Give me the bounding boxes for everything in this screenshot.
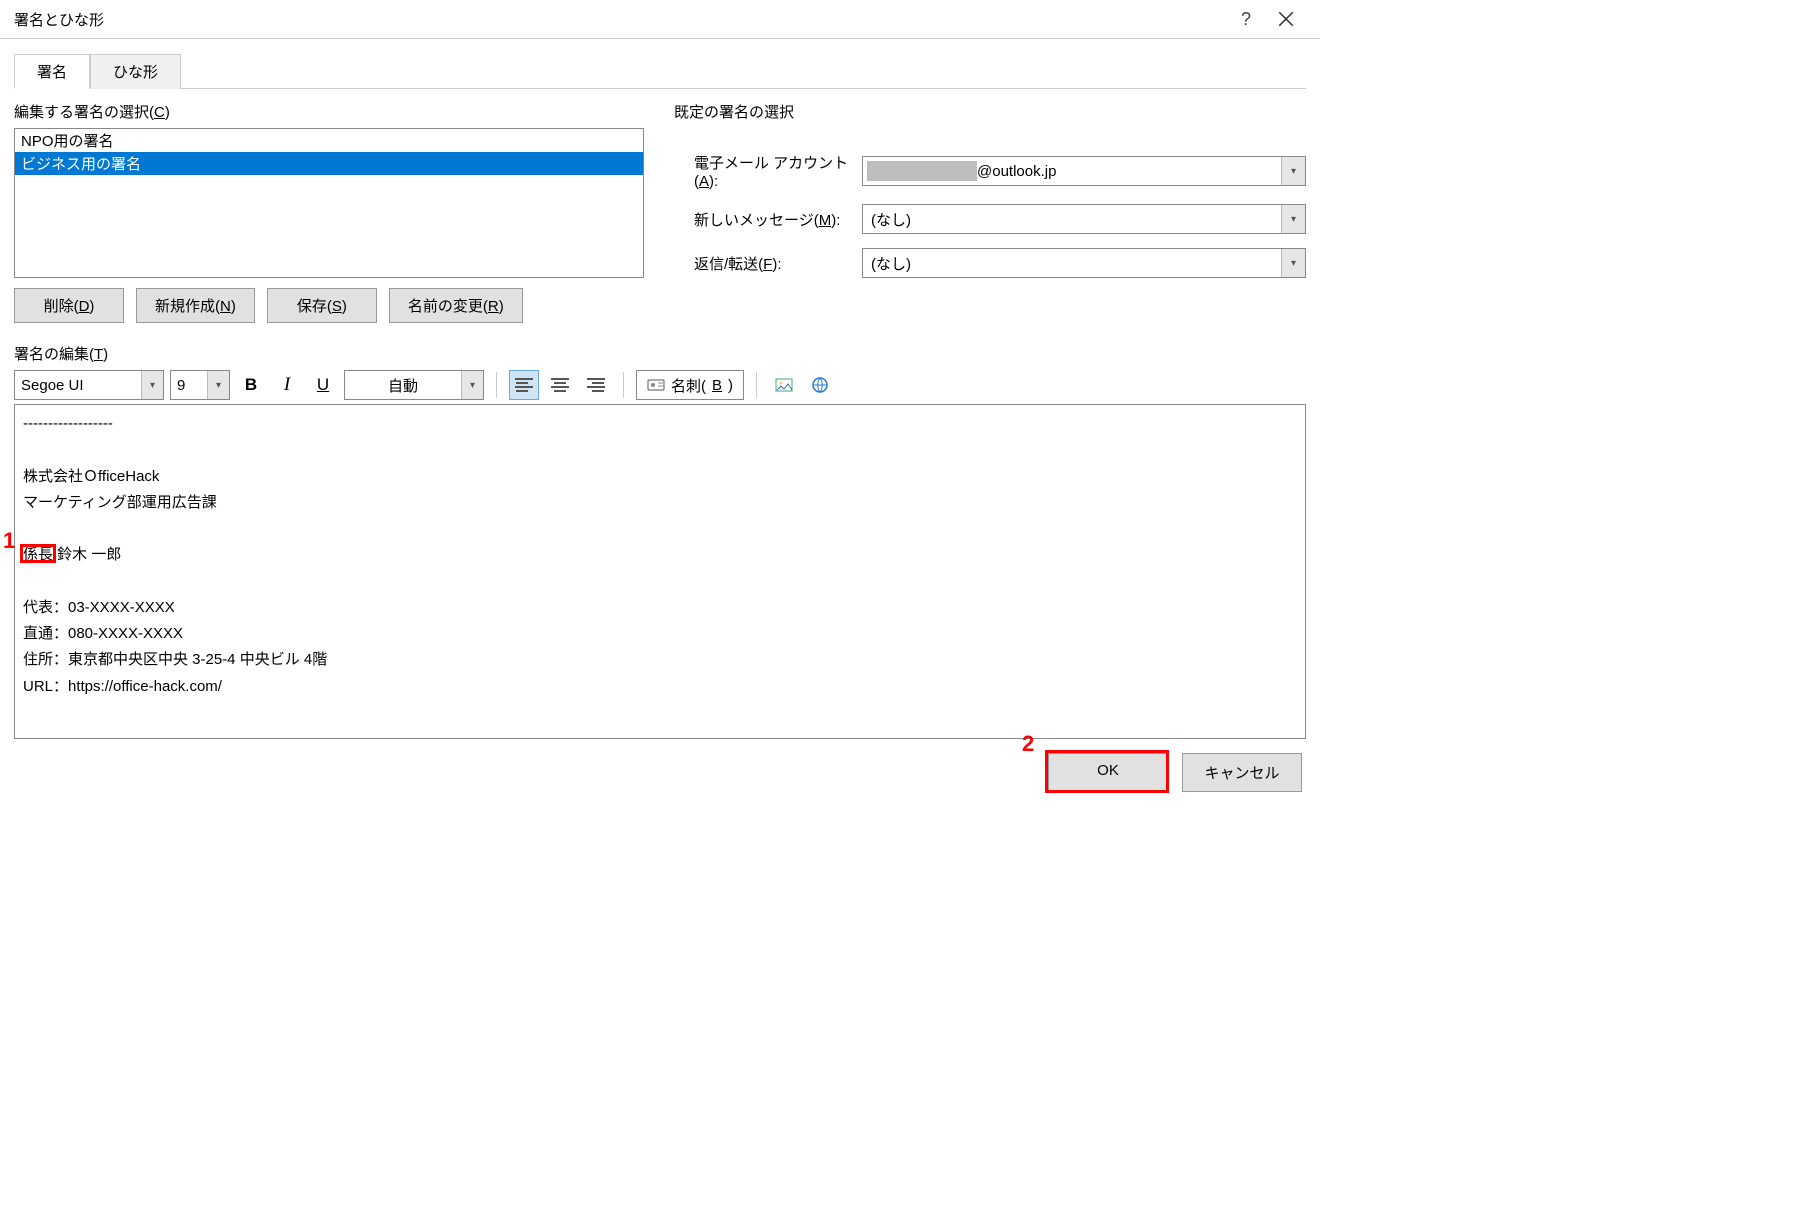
insert-picture-button[interactable] xyxy=(769,370,799,400)
bold-button[interactable]: B xyxy=(236,370,266,400)
dialog-body: 署名 ひな形 編集する署名の選択(C) NPO用の署名 ビジネス用の署名 削除(… xyxy=(0,38,1320,739)
separator xyxy=(756,372,757,398)
callout-box-1 xyxy=(20,544,56,563)
help-button[interactable]: ? xyxy=(1226,4,1266,34)
chevron-down-icon: ▾ xyxy=(1281,249,1305,277)
cancel-button[interactable]: キャンセル xyxy=(1182,753,1302,792)
separator xyxy=(496,372,497,398)
new-message-combo[interactable]: (なし) ▾ xyxy=(862,204,1306,234)
edit-signature-label: 署名の編集(T) xyxy=(14,343,1306,364)
email-account-combo[interactable]: @outlook.jp ▾ xyxy=(862,156,1306,186)
new-message-value: (なし) xyxy=(863,209,1281,230)
default-signature-section: 既定の署名の選択 電子メール アカウント(A): @outlook.jp ▾ 新… xyxy=(674,101,1306,323)
tab-stationery[interactable]: ひな形 xyxy=(90,54,181,89)
align-left-button[interactable] xyxy=(509,370,539,400)
chevron-down-icon: ▾ xyxy=(1281,205,1305,233)
tab-signature[interactable]: 署名 xyxy=(14,54,90,89)
tab-strip: 署名 ひな形 xyxy=(14,53,1306,89)
edit-signature-section: 署名の編集(T) Segoe UI ▾ 9 ▾ B I U 自動 ▾ xyxy=(14,343,1306,739)
align-center-button[interactable] xyxy=(545,370,575,400)
callout-number-2: 2 xyxy=(1022,731,1034,757)
dialog-title: 署名とひな形 xyxy=(14,9,104,30)
titlebar: 署名とひな形 ? xyxy=(0,0,1320,38)
separator xyxy=(623,372,624,398)
reply-forward-value: (なし) xyxy=(863,253,1281,274)
format-toolbar: Segoe UI ▾ 9 ▾ B I U 自動 ▾ xyxy=(14,370,1306,400)
callout-box-2 xyxy=(1045,750,1169,793)
default-signature-header: 既定の署名の選択 xyxy=(674,101,1306,122)
signature-select-section: 編集する署名の選択(C) NPO用の署名 ビジネス用の署名 削除(D) 新規作成… xyxy=(14,101,644,323)
font-name-combo[interactable]: Segoe UI ▾ xyxy=(14,370,164,400)
reply-forward-label: 返信/転送(F): xyxy=(674,253,854,274)
chevron-down-icon: ▾ xyxy=(141,371,163,399)
upper-row: 編集する署名の選択(C) NPO用の署名 ビジネス用の署名 削除(D) 新規作成… xyxy=(14,101,1306,323)
picture-icon xyxy=(775,376,793,394)
rename-button[interactable]: 名前の変更(R) xyxy=(389,288,523,323)
signature-editor[interactable]: ------------------ 株式会社ＯfficeHack マーケティン… xyxy=(14,404,1306,739)
delete-button[interactable]: 削除(D) xyxy=(14,288,124,323)
italic-button[interactable]: I xyxy=(272,370,302,400)
chevron-down-icon: ▾ xyxy=(461,371,483,399)
font-size-combo[interactable]: 9 ▾ xyxy=(170,370,230,400)
close-button[interactable] xyxy=(1266,4,1306,34)
email-account-value: @outlook.jp xyxy=(977,163,1281,180)
underline-button[interactable]: U xyxy=(308,370,338,400)
signature-button-row: 削除(D) 新規作成(N) 保存(S) 名前の変更(R) xyxy=(14,288,644,323)
list-item[interactable]: ビジネス用の署名 xyxy=(15,152,643,175)
business-card-icon xyxy=(647,376,665,394)
reply-forward-combo[interactable]: (なし) ▾ xyxy=(862,248,1306,278)
email-masked-part xyxy=(867,161,977,181)
hyperlink-icon xyxy=(811,376,829,394)
business-card-button[interactable]: 名刺(B) xyxy=(636,370,744,400)
chevron-down-icon: ▾ xyxy=(1281,157,1305,185)
new-message-label: 新しいメッセージ(M): xyxy=(674,209,854,230)
align-right-button[interactable] xyxy=(581,370,611,400)
signature-listbox[interactable]: NPO用の署名 ビジネス用の署名 xyxy=(14,128,644,278)
new-button[interactable]: 新規作成(N) xyxy=(136,288,255,323)
insert-hyperlink-button[interactable] xyxy=(805,370,835,400)
close-icon xyxy=(1277,10,1295,28)
chevron-down-icon: ▾ xyxy=(207,371,229,399)
email-account-label: 電子メール アカウント(A): xyxy=(674,152,854,190)
list-item[interactable]: NPO用の署名 xyxy=(15,129,643,152)
callout-number-1: 1 xyxy=(3,528,15,554)
select-signature-label: 編集する署名の選択(C) xyxy=(14,101,644,122)
font-color-combo[interactable]: 自動 ▾ xyxy=(344,370,484,400)
save-button[interactable]: 保存(S) xyxy=(267,288,377,323)
